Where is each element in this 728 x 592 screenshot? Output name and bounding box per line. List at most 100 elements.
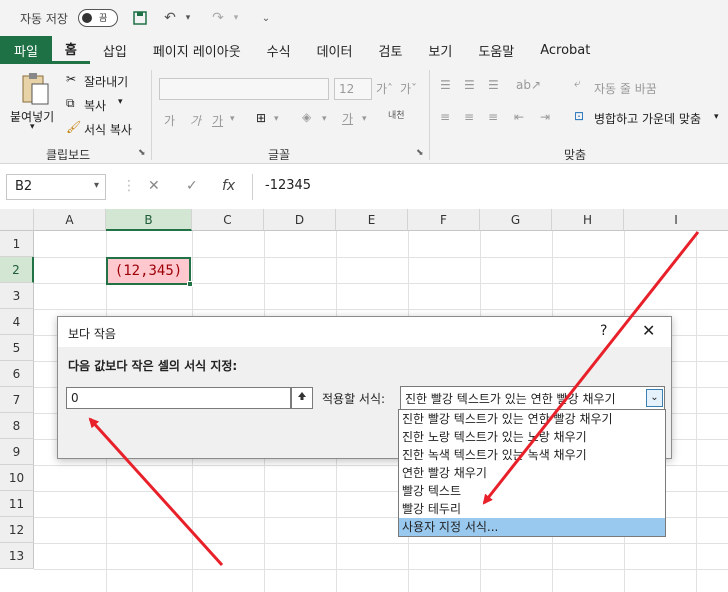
format-option[interactable]: 빨강 텍스트 (399, 482, 665, 500)
column-header-g[interactable]: G (480, 209, 552, 231)
format-option[interactable]: 진한 빨강 텍스트가 있는 연한 빨강 채우기 (399, 410, 665, 428)
tab-review[interactable]: 검토 (365, 36, 415, 64)
paste-icon[interactable] (20, 72, 50, 108)
font-size-box[interactable]: 12 (334, 78, 372, 100)
apply-format-label: 적용할 서식: (322, 392, 386, 406)
row-header-11[interactable]: 11 (0, 491, 34, 517)
name-box-dropdown-icon[interactable]: ▾ (94, 180, 99, 191)
row-header-6[interactable]: 6 (0, 361, 34, 387)
tab-acrobat[interactable]: Acrobat (527, 36, 603, 64)
row-header-10[interactable]: 10 (0, 465, 34, 491)
underline-dropdown-icon[interactable]: ▾ (230, 114, 235, 124)
column-header-h[interactable]: H (552, 209, 624, 231)
italic-icon[interactable]: 가 (190, 112, 201, 129)
row-header-4[interactable]: 4 (0, 309, 34, 335)
middle-align-icon[interactable]: ☰ (464, 78, 475, 92)
decrease-indent-icon[interactable]: ⇤ (514, 110, 524, 124)
row-header-5[interactable]: 5 (0, 335, 34, 361)
column-header-c[interactable]: C (192, 209, 264, 231)
paste-dropdown-icon[interactable]: ▾ (30, 122, 35, 132)
cut-button[interactable]: 잘라내기 (84, 73, 128, 90)
row-header-12[interactable]: 12 (0, 517, 34, 543)
bottom-align-icon[interactable]: ☰ (488, 78, 499, 92)
wrap-text-button[interactable]: 자동 줄 바꿈 (594, 80, 657, 97)
column-header-e[interactable]: E (336, 209, 408, 231)
copy-dropdown-icon[interactable]: ▾ (118, 97, 123, 107)
redo-icon[interactable]: ↷ (210, 10, 226, 26)
autosave-toggle[interactable]: 끔 (77, 9, 118, 27)
merge-center-dropdown-icon[interactable]: ▾ (714, 112, 719, 122)
fill-color-icon[interactable]: ◈ (302, 110, 311, 124)
align-left-icon[interactable]: ≡ (440, 110, 450, 124)
font-launcher-icon[interactable]: ⬊ (416, 148, 424, 158)
tab-formulas[interactable]: 수식 (254, 36, 304, 64)
column-header-f[interactable]: F (408, 209, 480, 231)
column-header-d[interactable]: D (264, 209, 336, 231)
clipboard-launcher-icon[interactable]: ⬊ (138, 148, 146, 158)
cancel-icon[interactable]: ✕ (148, 178, 160, 194)
tab-home[interactable]: 홈 (51, 36, 90, 64)
undo-icon[interactable]: ↶ (162, 10, 178, 26)
grid-line (696, 231, 697, 592)
close-button[interactable]: ✕ (642, 321, 655, 340)
fill-color-dropdown-icon[interactable]: ▾ (322, 114, 327, 124)
column-header-i[interactable]: I (624, 209, 728, 231)
format-option-custom[interactable]: 사용자 지정 서식... (399, 518, 665, 536)
value-input[interactable]: 0 (66, 387, 291, 409)
column-header-a[interactable]: A (34, 209, 106, 231)
select-all-corner[interactable] (0, 209, 34, 231)
tab-view[interactable]: 보기 (415, 36, 465, 64)
font-color-dropdown-icon[interactable]: ▾ (362, 114, 367, 124)
grow-font-icon[interactable]: 가ˆ (376, 80, 393, 97)
row-header-1[interactable]: 1 (0, 231, 34, 257)
tab-help[interactable]: 도움말 (465, 36, 527, 64)
format-painter-button[interactable]: 서식 복사 (84, 121, 132, 138)
tab-data[interactable]: 데이터 (304, 36, 366, 64)
fill-handle[interactable] (187, 281, 193, 287)
customize-toolbar-icon[interactable]: ⌄ (258, 10, 274, 26)
format-option[interactable]: 진한 녹색 텍스트가 있는 녹색 채우기 (399, 446, 665, 464)
format-option[interactable]: 빨강 테두리 (399, 500, 665, 518)
top-align-icon[interactable]: ☰ (440, 78, 451, 92)
row-header-8[interactable]: 8 (0, 413, 34, 439)
enter-icon[interactable]: ✓ (186, 178, 198, 194)
insert-function-icon[interactable]: fx (222, 178, 235, 194)
underline-icon[interactable]: 가 (212, 112, 223, 129)
row-header-7[interactable]: 7 (0, 387, 34, 413)
row-header-13[interactable]: 13 (0, 543, 34, 569)
redo-dropdown-icon[interactable]: ▾ (228, 10, 244, 26)
font-name-box[interactable] (159, 78, 329, 100)
borders-dropdown-icon[interactable]: ▾ (274, 114, 279, 124)
format-select[interactable]: 진한 빨강 텍스트가 있는 연한 빨강 채우기 (400, 386, 665, 410)
column-header-b[interactable]: B (106, 209, 192, 231)
align-right-icon[interactable]: ≡ (488, 110, 498, 124)
format-option[interactable]: 진한 노랑 텍스트가 있는 노랑 채우기 (399, 428, 665, 446)
shrink-font-icon[interactable]: 가ˇ (400, 80, 417, 97)
name-box-value: B2 (15, 179, 33, 194)
bold-icon[interactable]: 가 (164, 112, 175, 129)
row-header-9[interactable]: 9 (0, 439, 34, 465)
tab-insert[interactable]: 삽입 (90, 36, 140, 64)
merge-center-button[interactable]: 병합하고 가운데 맞춤 (594, 110, 701, 127)
cell-b2[interactable]: (12,345) (106, 257, 193, 287)
phonetic-guide-icon[interactable]: 내천 (388, 108, 405, 121)
undo-dropdown-icon[interactable]: ▾ (180, 10, 196, 26)
name-box[interactable]: B2 ▾ (6, 174, 106, 200)
tab-file[interactable]: 파일 (0, 36, 52, 64)
collapse-dialog-icon[interactable] (291, 387, 313, 409)
row-header-2[interactable]: 2 (0, 257, 34, 283)
save-icon[interactable] (132, 10, 148, 26)
font-color-icon[interactable]: 가 (342, 110, 353, 127)
formula-input[interactable]: -12345 (252, 174, 728, 200)
increase-indent-icon[interactable]: ⇥ (540, 110, 550, 124)
borders-icon[interactable]: ⊞ (256, 111, 266, 125)
copy-button[interactable]: 복사 (84, 97, 106, 114)
tab-page-layout[interactable]: 페이지 레이아웃 (140, 36, 254, 64)
help-button[interactable]: ? (600, 323, 607, 339)
orientation-icon[interactable]: ab↗ (516, 78, 541, 92)
chevron-down-icon[interactable]: ⌄ (646, 389, 663, 407)
row-header-3[interactable]: 3 (0, 283, 34, 309)
align-center-icon[interactable]: ≡ (464, 110, 474, 124)
wrap-text-icon: ⤶ (574, 76, 581, 90)
format-option[interactable]: 연한 빨강 채우기 (399, 464, 665, 482)
